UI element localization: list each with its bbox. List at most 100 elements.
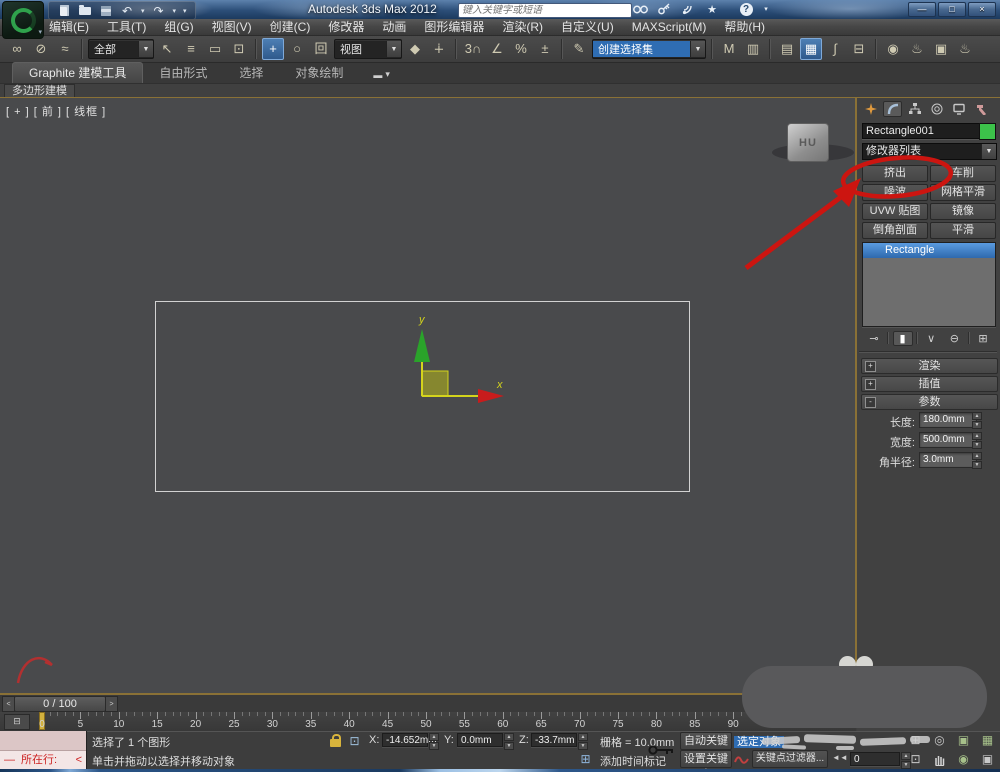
- chevron-down-icon[interactable]: ▼: [981, 144, 996, 159]
- curve-editor-button[interactable]: ∫: [824, 38, 846, 60]
- time-slider-track[interactable]: < 0 / 100 >: [0, 695, 856, 713]
- favorites-button[interactable]: ★: [702, 2, 722, 16]
- select-by-name-button[interactable]: ≡: [180, 38, 202, 60]
- remove-modifier-button[interactable]: ⊖: [944, 331, 964, 346]
- rendered-frame-window-button[interactable]: ▣: [930, 38, 952, 60]
- edit-named-selection-sets-button[interactable]: ✎: [568, 38, 590, 60]
- menu-item-group[interactable]: 组(G): [155, 19, 202, 35]
- ribbon-tab-freeform[interactable]: 自由形式: [143, 63, 223, 83]
- unlink-selection-button[interactable]: ⊘: [30, 38, 52, 60]
- modifier-button-bevel-profile[interactable]: 倒角剖面: [862, 222, 928, 239]
- angle-snap-toggle-button[interactable]: ∠: [486, 38, 508, 60]
- tab-modify[interactable]: [883, 101, 902, 117]
- material-editor-button[interactable]: ◉: [882, 38, 904, 60]
- rollout-interpolation-expand-icon[interactable]: +: [865, 379, 876, 390]
- zoom-extents-button[interactable]: ▣: [953, 732, 974, 748]
- tab-utilities[interactable]: [971, 101, 990, 117]
- modifier-button-extrude[interactable]: 挤出: [862, 165, 928, 182]
- select-and-scale-button[interactable]: 回: [310, 38, 332, 60]
- spin-down-icon[interactable]: ▼: [972, 441, 982, 449]
- rollout-rendering[interactable]: 渲染 +: [861, 358, 998, 374]
- chevron-down-icon[interactable]: ▼: [690, 41, 705, 57]
- viewport-front[interactable]: [ + ] [ 前 ] [ 线框 ] HU y x: [0, 98, 855, 693]
- mirror-button[interactable]: M: [718, 38, 740, 60]
- open-file-button[interactable]: [78, 4, 92, 17]
- menu-item-customize[interactable]: 自定义(U): [552, 19, 623, 35]
- spin-up-icon[interactable]: ▲: [972, 432, 982, 440]
- configure-modifier-sets-button[interactable]: ⊞: [973, 331, 993, 346]
- next-frame-button[interactable]: >: [105, 696, 118, 712]
- communication-center-button[interactable]: [678, 2, 698, 16]
- tab-display[interactable]: [949, 101, 968, 117]
- gizmo-plane-handle[interactable]: [421, 370, 449, 397]
- snaps-toggle-button[interactable]: 3∩: [462, 38, 484, 60]
- gizmo-x-arrowhead[interactable]: [478, 389, 504, 403]
- maxscript-mini-listener[interactable]: — 所在行: <: [0, 731, 87, 769]
- save-file-button[interactable]: [99, 4, 113, 17]
- go-to-start-button[interactable]: ◄◄: [832, 753, 848, 762]
- modifier-button-mirror[interactable]: 镜像: [930, 203, 996, 220]
- menu-item-rendering[interactable]: 渲染(R): [493, 19, 552, 35]
- x-coord-field[interactable]: -14.652mm: [382, 733, 437, 747]
- named-selection-sets-dropdown[interactable]: 创建选择集 ▼: [592, 39, 706, 59]
- modifier-button-uvw-map[interactable]: UVW 贴图: [862, 203, 928, 220]
- select-and-link-button[interactable]: ∞: [6, 38, 28, 60]
- maximize-viewport-toggle[interactable]: ▣: [977, 751, 998, 767]
- ribbon-tab-selection[interactable]: 选择: [223, 63, 279, 83]
- window-crossing-toggle-button[interactable]: ⊡: [228, 38, 250, 60]
- absolute-offset-toggle[interactable]: ⊡: [346, 733, 363, 749]
- menu-item-graph-editors[interactable]: 图形编辑器: [415, 19, 493, 35]
- new-file-button[interactable]: [57, 4, 71, 17]
- select-and-move-button[interactable]: +: [262, 38, 284, 60]
- listener-macro-row[interactable]: [0, 731, 86, 751]
- viewport-label[interactable]: [ + ] [ 前 ] [ 线框 ]: [6, 103, 106, 119]
- menu-item-animation[interactable]: 动画: [373, 19, 415, 35]
- align-button[interactable]: ▥: [742, 38, 764, 60]
- selection-lock-icon[interactable]: [330, 734, 341, 747]
- y-spinner[interactable]: ▲ ▼: [504, 733, 514, 750]
- param-field-length[interactable]: 180.0mm: [919, 412, 977, 428]
- spin-down-icon[interactable]: ▼: [972, 421, 982, 429]
- selection-filter-dropdown[interactable]: 选定对象: [734, 733, 784, 749]
- track-bar[interactable]: ⊟ 0 5 10 15 20 25 30 35 40 45 50 55 60 65 70 75 80 85 90: [0, 712, 856, 732]
- select-and-manipulate-button[interactable]: ∔: [428, 38, 450, 60]
- pin-stack-button[interactable]: ⊸: [864, 331, 884, 346]
- menu-item-maxscript[interactable]: MAXScript(M): [623, 19, 716, 35]
- z-spinner[interactable]: ▲ ▼: [578, 733, 588, 750]
- redo-button[interactable]: ↷: [152, 4, 166, 18]
- ribbon-panel-polygon-modeling[interactable]: 多边形建模: [4, 84, 75, 97]
- time-slider[interactable]: 0 / 100: [14, 696, 106, 712]
- maximize-button[interactable]: □: [938, 2, 966, 17]
- rollout-interpolation[interactable]: 插值 +: [861, 376, 998, 392]
- show-end-result-button[interactable]: ▮: [892, 330, 913, 346]
- minimize-button[interactable]: —: [908, 2, 936, 17]
- rectangular-selection-region-button[interactable]: ▭: [204, 38, 226, 60]
- object-color-swatch[interactable]: [979, 123, 996, 140]
- zoom-button[interactable]: ◎: [929, 732, 950, 748]
- param-spinner-width[interactable]: ▲ ▼: [972, 432, 982, 449]
- graphite-ribbon-toggle-button[interactable]: ▦: [800, 38, 822, 60]
- search-input[interactable]: [458, 3, 632, 18]
- time-configuration-button[interactable]: ⊞: [905, 732, 926, 748]
- x-spinner[interactable]: ▲ ▼: [429, 733, 439, 750]
- tab-create[interactable]: [861, 101, 880, 117]
- menu-item-help[interactable]: 帮助(H): [715, 19, 774, 35]
- qat-customize-dropdown-icon[interactable]: ▾: [183, 7, 187, 15]
- auto-key-button[interactable]: 自动关键点: [680, 732, 732, 763]
- search-button[interactable]: [630, 2, 650, 16]
- make-unique-button[interactable]: ∨: [921, 331, 941, 346]
- menu-item-edit[interactable]: 编辑(E): [40, 19, 98, 35]
- bind-to-space-warp-button[interactable]: ≈: [54, 38, 76, 60]
- param-field-corner-radius[interactable]: 3.0mm: [919, 452, 977, 468]
- param-spinner-corner-radius[interactable]: ▲ ▼: [972, 452, 982, 469]
- subscription-button[interactable]: [654, 2, 674, 16]
- select-object-button[interactable]: ↖: [156, 38, 178, 60]
- z-coord-field[interactable]: -33.7mm: [531, 733, 577, 747]
- stack-item-rectangle[interactable]: Rectangle: [863, 243, 995, 258]
- selection-filter-dropdown[interactable]: 全部 ▼: [88, 39, 154, 59]
- undo-dropdown-icon[interactable]: ▾: [141, 7, 145, 15]
- tab-hierarchy[interactable]: [905, 101, 924, 117]
- set-key-button[interactable]: 设置关键点: [680, 750, 732, 772]
- modifier-button-meshsmooth[interactable]: 网格平滑: [930, 184, 996, 201]
- move-gizmo[interactable]: y x: [380, 295, 530, 410]
